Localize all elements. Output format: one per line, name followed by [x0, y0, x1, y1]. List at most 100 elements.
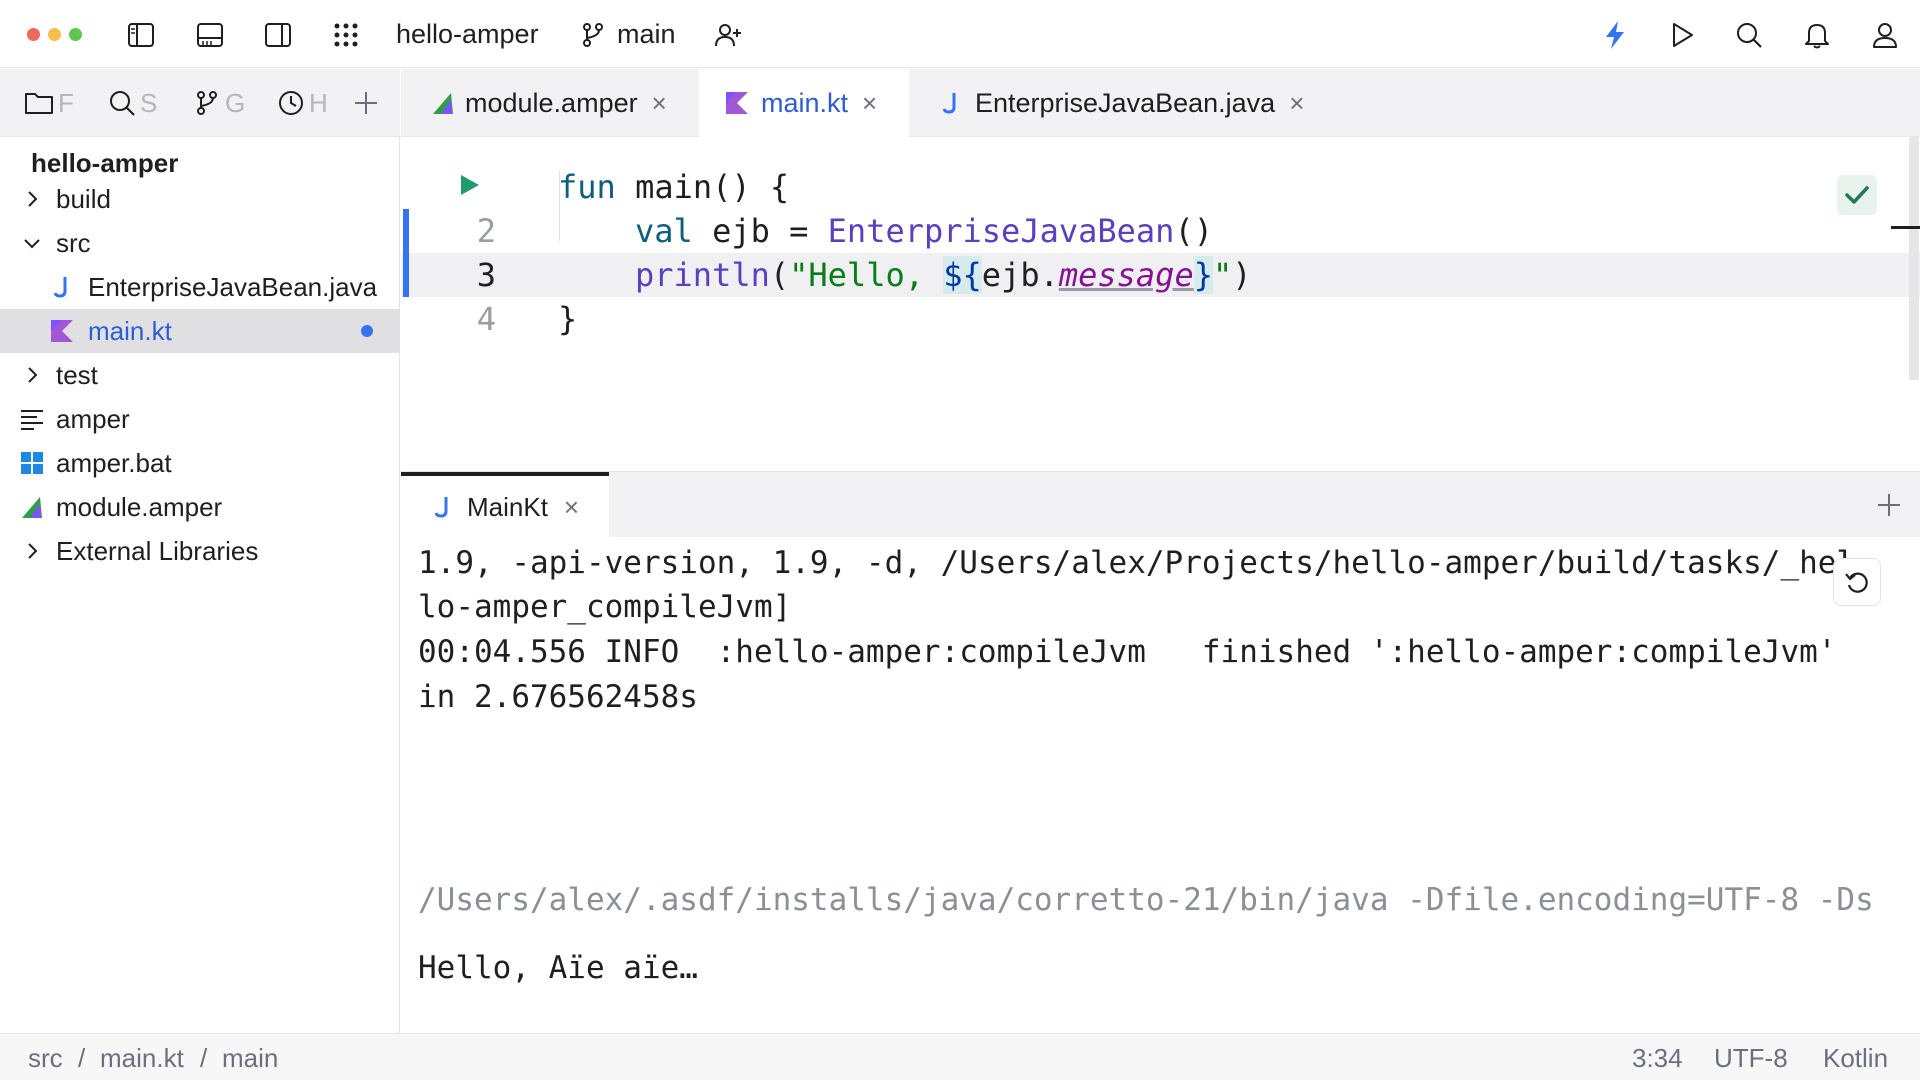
console-line: /Users/alex/.asdf/installs/java/corretto…	[418, 882, 1874, 918]
project-root[interactable]: hello-amper	[31, 147, 178, 179]
branch-name[interactable]: main	[617, 18, 676, 50]
code-line-1[interactable]: fun main() {	[558, 165, 789, 209]
text-file-icon	[20, 407, 44, 431]
tab-label: module.amper	[465, 87, 638, 118]
tab-history[interactable]: H	[277, 85, 328, 121]
tree-item-label: build	[56, 184, 111, 214]
no-problems-check-icon[interactable]	[1837, 175, 1877, 215]
code-text: }	[558, 300, 578, 338]
maximize-window-button[interactable]	[69, 28, 82, 41]
code-line-3[interactable]: println("Hello, ${ejb.message}")	[635, 253, 1252, 297]
code-text: (	[769, 256, 790, 294]
console-line: 00:04.556 INFO :hello-amper:compileJvm f…	[418, 634, 1837, 670]
breadcrumb-src[interactable]: src	[28, 1042, 63, 1074]
breadcrumb-main-kt[interactable]: main.kt	[100, 1042, 184, 1074]
tree-item-label: External Libraries	[56, 536, 259, 566]
run-icon[interactable]	[1664, 17, 1700, 53]
run-console[interactable]: 1.9, -api-version, 1.9, -d, /Users/alex/…	[401, 537, 1920, 1033]
left-panel-icon[interactable]	[123, 17, 159, 53]
tree-item-main-kt[interactable]: main.kt	[0, 309, 400, 353]
close-window-button[interactable]	[27, 28, 40, 41]
template-open: ${	[943, 256, 982, 294]
tree-item-test[interactable]: test	[0, 353, 400, 397]
apps-grid-icon[interactable]	[328, 17, 364, 53]
code-text: ()	[1174, 212, 1213, 250]
tree-item-external-libraries[interactable]: External Libraries	[0, 529, 400, 573]
bottom-panel-icon[interactable]	[192, 17, 228, 53]
add-user-icon[interactable]	[710, 17, 746, 53]
tree-item-src[interactable]: src	[0, 221, 400, 265]
lightning-icon[interactable]	[1597, 17, 1633, 53]
close-tab-icon[interactable]: ×	[652, 88, 667, 119]
tree-item-label: src	[56, 228, 91, 258]
line-number: 4	[476, 300, 496, 338]
right-panel-icon[interactable]	[260, 17, 296, 53]
tree-item-label: EnterpriseJavaBean.java	[88, 272, 378, 302]
tree-item-label: amper	[56, 404, 130, 434]
tree-item-enterprisejavabean[interactable]: EnterpriseJavaBean.java	[0, 265, 400, 309]
code-line-4[interactable]: }	[558, 297, 577, 341]
tab-label: main.kt	[761, 87, 849, 118]
breadcrumb-main[interactable]: main	[222, 1042, 278, 1074]
tree-item-build[interactable]: build	[0, 177, 400, 221]
windows-icon	[20, 451, 44, 475]
minimize-window-button[interactable]	[48, 28, 61, 41]
tab-main-kt[interactable]: main.kt ×	[699, 69, 909, 137]
tree-item-amper-bat[interactable]: amper.bat	[0, 441, 400, 485]
add-tab-button[interactable]	[352, 85, 380, 121]
tree-item-module-amper[interactable]: module.amper	[0, 485, 400, 529]
console-line: in 2.676562458s	[418, 679, 698, 715]
java-icon	[942, 93, 956, 114]
bell-icon[interactable]	[1799, 17, 1835, 53]
code-text: ejb.	[981, 256, 1059, 294]
tab-mainkt-run[interactable]: MainKt ×	[401, 472, 609, 538]
tab-module-amper[interactable]: module.amper ×	[401, 69, 699, 137]
title-bar: hello-amper main	[0, 0, 1920, 68]
tab-files-label: F	[58, 87, 74, 118]
tab-search[interactable]: S	[108, 85, 157, 121]
chevron-right-icon[interactable]	[22, 365, 42, 385]
function-name: println	[635, 256, 770, 294]
keyword: fun	[558, 168, 616, 206]
search-icon[interactable]	[1731, 17, 1767, 53]
caret-marker	[1891, 226, 1920, 229]
caret-position[interactable]: 3:34	[1632, 1042, 1683, 1074]
folder-icon	[25, 93, 53, 114]
plus-icon	[355, 92, 377, 114]
branch-icon[interactable]	[575, 17, 611, 53]
java-icon	[434, 497, 448, 518]
chevron-down-icon[interactable]	[22, 233, 42, 253]
tab-files[interactable]: F	[24, 85, 74, 121]
chevron-right-icon[interactable]	[22, 189, 42, 209]
tab-enterprisejavabean-java[interactable]: EnterpriseJavaBean.java ×	[909, 69, 1329, 137]
code-line-2[interactable]: val ejb = EnterpriseJavaBean()	[635, 209, 1213, 253]
editor-scrollbar[interactable]	[1909, 137, 1919, 380]
file-language[interactable]: Kotlin	[1823, 1042, 1888, 1074]
rerun-button[interactable]	[1833, 558, 1881, 606]
code-editor[interactable]: 2 3 4 fun main() { val ejb = EnterpriseJ…	[401, 137, 1920, 471]
profile-icon[interactable]	[1867, 17, 1903, 53]
chevron-right-icon[interactable]	[22, 541, 42, 561]
breadcrumb-separator: /	[200, 1043, 208, 1073]
clock-icon	[279, 91, 303, 115]
keyword: val	[635, 212, 693, 250]
project-name[interactable]: hello-amper	[396, 18, 539, 50]
string-literal: "Hello,	[789, 256, 944, 294]
run-tab-label: MainKt	[467, 491, 548, 522]
project-tree: hello-amper build src EnterpriseJavaBean…	[0, 137, 400, 1033]
change-marker[interactable]	[403, 209, 409, 297]
close-tab-icon[interactable]: ×	[862, 88, 877, 119]
modified-indicator	[361, 325, 373, 337]
tree-item-amper[interactable]: amper	[0, 397, 400, 441]
file-encoding[interactable]: UTF-8	[1714, 1042, 1788, 1074]
branch-icon	[197, 91, 217, 115]
tab-git[interactable]: G	[193, 85, 245, 121]
code-text: )	[1232, 256, 1252, 294]
close-tab-icon[interactable]: ×	[1289, 88, 1304, 119]
run-tool-window-tabs: MainKt ×	[401, 471, 1920, 538]
code-text: ejb =	[692, 212, 828, 250]
close-tab-icon[interactable]: ×	[564, 492, 579, 523]
java-icon	[50, 275, 74, 299]
run-gutter-icon[interactable]	[459, 173, 481, 197]
plus-icon[interactable]	[1875, 491, 1903, 519]
